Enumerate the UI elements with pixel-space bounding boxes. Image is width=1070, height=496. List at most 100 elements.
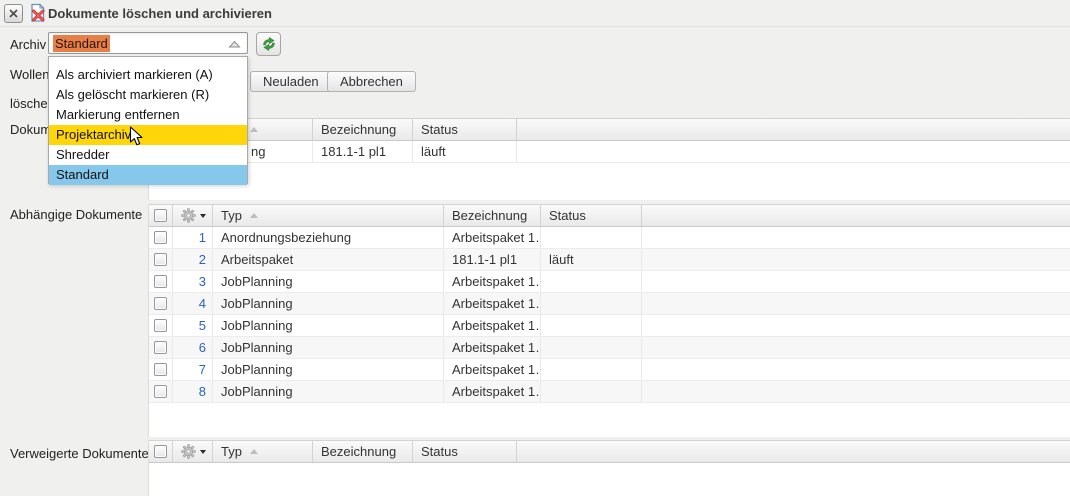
gear-icon (181, 208, 196, 223)
dropdown-item-shredder[interactable]: Shredder (49, 145, 247, 165)
table-row[interactable]: ng 181.1-1 pl1 läuft (149, 141, 1070, 163)
document-delete-icon (28, 3, 48, 26)
caret-down-icon (200, 450, 206, 454)
column-header-label: Status (549, 208, 586, 223)
dokumente-table: Typ Bezeichnung Status ng 181.1-1 pl1 lä… (148, 118, 1070, 200)
cell-status (541, 381, 642, 402)
cell-status (541, 271, 642, 292)
column-header-status[interactable]: Status (413, 441, 517, 462)
sort-ascending-icon (250, 449, 258, 454)
column-menu-button[interactable] (173, 205, 213, 226)
cell-row-number: 3 (173, 271, 213, 292)
cell-status (541, 337, 642, 358)
column-header-label: Status (421, 444, 458, 459)
cell-status (541, 315, 642, 336)
cell-bezeichnung: Arbeitspaket 1… (444, 337, 541, 358)
cell-bezeichnung: Arbeitspaket 1… (444, 271, 541, 292)
row-checkbox[interactable] (154, 253, 167, 266)
column-menu-button[interactable] (173, 441, 213, 462)
cell-status (541, 359, 642, 380)
combobox-collapse-arrow-icon[interactable] (228, 40, 241, 48)
dropdown-item-als-geloescht-markieren[interactable]: Als gelöscht markieren (R) (49, 85, 247, 105)
cell-typ: JobPlanning (213, 315, 444, 336)
dokumente-label: Dokum (10, 122, 51, 137)
cell-status (541, 227, 642, 248)
mouse-cursor-icon (129, 126, 144, 147)
cell-typ: Anordnungsbeziehung (213, 227, 444, 248)
row-checkbox[interactable] (154, 341, 167, 354)
table-header: Typ Bezeichnung Status (149, 204, 1070, 227)
column-header-filler (517, 441, 1070, 462)
titlebar: Dokumente löschen und archivieren (0, 0, 1070, 27)
cell-row-number: 1 (173, 227, 213, 248)
cell-row-number: 5 (173, 315, 213, 336)
table-row[interactable]: 8 JobPlanning Arbeitspaket 1… (149, 381, 1070, 403)
abhaengige-dokumente-table: Typ Bezeichnung Status 1 Anordnungsbezie… (148, 204, 1070, 437)
table-row[interactable]: 7 JobPlanning Arbeitspaket 1… (149, 359, 1070, 381)
row-checkbox[interactable] (154, 319, 167, 332)
select-all-checkbox[interactable] (149, 205, 173, 226)
row-checkbox[interactable] (154, 231, 167, 244)
cell-row-number: 7 (173, 359, 213, 380)
dialog-dokumente-loeschen-und-archivieren: Dokumente löschen und archivieren Archiv… (0, 0, 1070, 496)
table-row[interactable]: 4 JobPlanning Arbeitspaket 1… (149, 293, 1070, 315)
column-header-bezeichnung[interactable]: Bezeichnung (313, 441, 413, 462)
archiv-combobox[interactable]: Standard (48, 32, 248, 54)
cell-typ: JobPlanning (213, 381, 444, 402)
column-header-label: Bezeichnung (452, 208, 527, 223)
table-row[interactable]: 2 Arbeitspaket 181.1-1 pl1 läuft (149, 249, 1070, 271)
cell-bezeichnung: Arbeitspaket 1… (444, 315, 541, 336)
cell-typ: Arbeitspaket (213, 249, 444, 270)
cell-bezeichnung: 181.1-1 pl1 (313, 141, 413, 162)
cell-status: läuft (541, 249, 642, 270)
checkbox-icon (154, 445, 167, 458)
cell-typ: JobPlanning (213, 337, 444, 358)
column-header-filler (517, 119, 1070, 140)
x-icon (9, 9, 18, 18)
verweigerte-dokumente-label: Verweigerte Dokumente (10, 446, 149, 461)
column-header-label: Bezeichnung (321, 444, 396, 459)
row-checkbox[interactable] (154, 275, 167, 288)
cell-row-number: 6 (173, 337, 213, 358)
row-checkbox[interactable] (154, 363, 167, 376)
cell-status: läuft (413, 141, 517, 162)
dropdown-item-markierung-entfernen[interactable]: Markierung entfernen (49, 105, 247, 125)
abhaengige-dokumente-label: Abhängige Dokumente (10, 207, 142, 222)
cancel-button[interactable]: Abbrechen (327, 71, 416, 92)
row-checkbox[interactable] (154, 297, 167, 310)
table-row[interactable]: 6 JobPlanning Arbeitspaket 1… (149, 337, 1070, 359)
row-checkbox[interactable] (154, 385, 167, 398)
cell-bezeichnung: 181.1-1 pl1 (444, 249, 541, 270)
cell-bezeichnung: Arbeitspaket 1… (444, 359, 541, 380)
sort-ascending-icon (250, 127, 258, 132)
reload-button[interactable]: Neuladen (250, 71, 332, 92)
dropdown-item-als-archiviert-markieren[interactable]: Als archiviert markieren (A) (49, 65, 247, 85)
dropdown-item-standard[interactable]: Standard (49, 165, 247, 185)
dialog-title: Dokumente löschen und archivieren (48, 6, 272, 21)
table-row[interactable]: 3 JobPlanning Arbeitspaket 1… (149, 271, 1070, 293)
column-header-typ[interactable]: Typ (213, 441, 313, 462)
sort-ascending-icon (250, 213, 258, 218)
column-header-status[interactable]: Status (541, 205, 642, 226)
archiv-label: Archiv (10, 37, 46, 52)
cell-bezeichnung: Arbeitspaket 1… (444, 293, 541, 314)
column-header-bezeichnung[interactable]: Bezeichnung (444, 205, 541, 226)
cell-typ: JobPlanning (213, 293, 444, 314)
table-row[interactable]: 1 Anordnungsbeziehung Arbeitspaket 1… (149, 227, 1070, 249)
select-all-checkbox[interactable] (149, 441, 173, 462)
cell-typ: JobPlanning (213, 271, 444, 292)
archiv-combobox-value: Standard (53, 35, 110, 52)
column-header-bezeichnung[interactable]: Bezeichnung (313, 119, 413, 140)
column-header-status[interactable]: Status (413, 119, 517, 140)
cell-row-number: 2 (173, 249, 213, 270)
gear-icon (181, 444, 196, 459)
close-button[interactable] (4, 4, 23, 23)
dropdown-item-projektarchiv[interactable]: Projektarchiv (49, 125, 247, 145)
column-header-label: Bezeichnung (321, 122, 396, 137)
column-header-label: Typ (221, 208, 242, 223)
column-header-typ[interactable]: Typ (213, 205, 444, 226)
caret-down-icon (200, 214, 206, 218)
table-row[interactable]: 5 JobPlanning Arbeitspaket 1… (149, 315, 1070, 337)
cell-bezeichnung: Arbeitspaket 1… (444, 381, 541, 402)
refresh-button[interactable] (256, 32, 281, 56)
